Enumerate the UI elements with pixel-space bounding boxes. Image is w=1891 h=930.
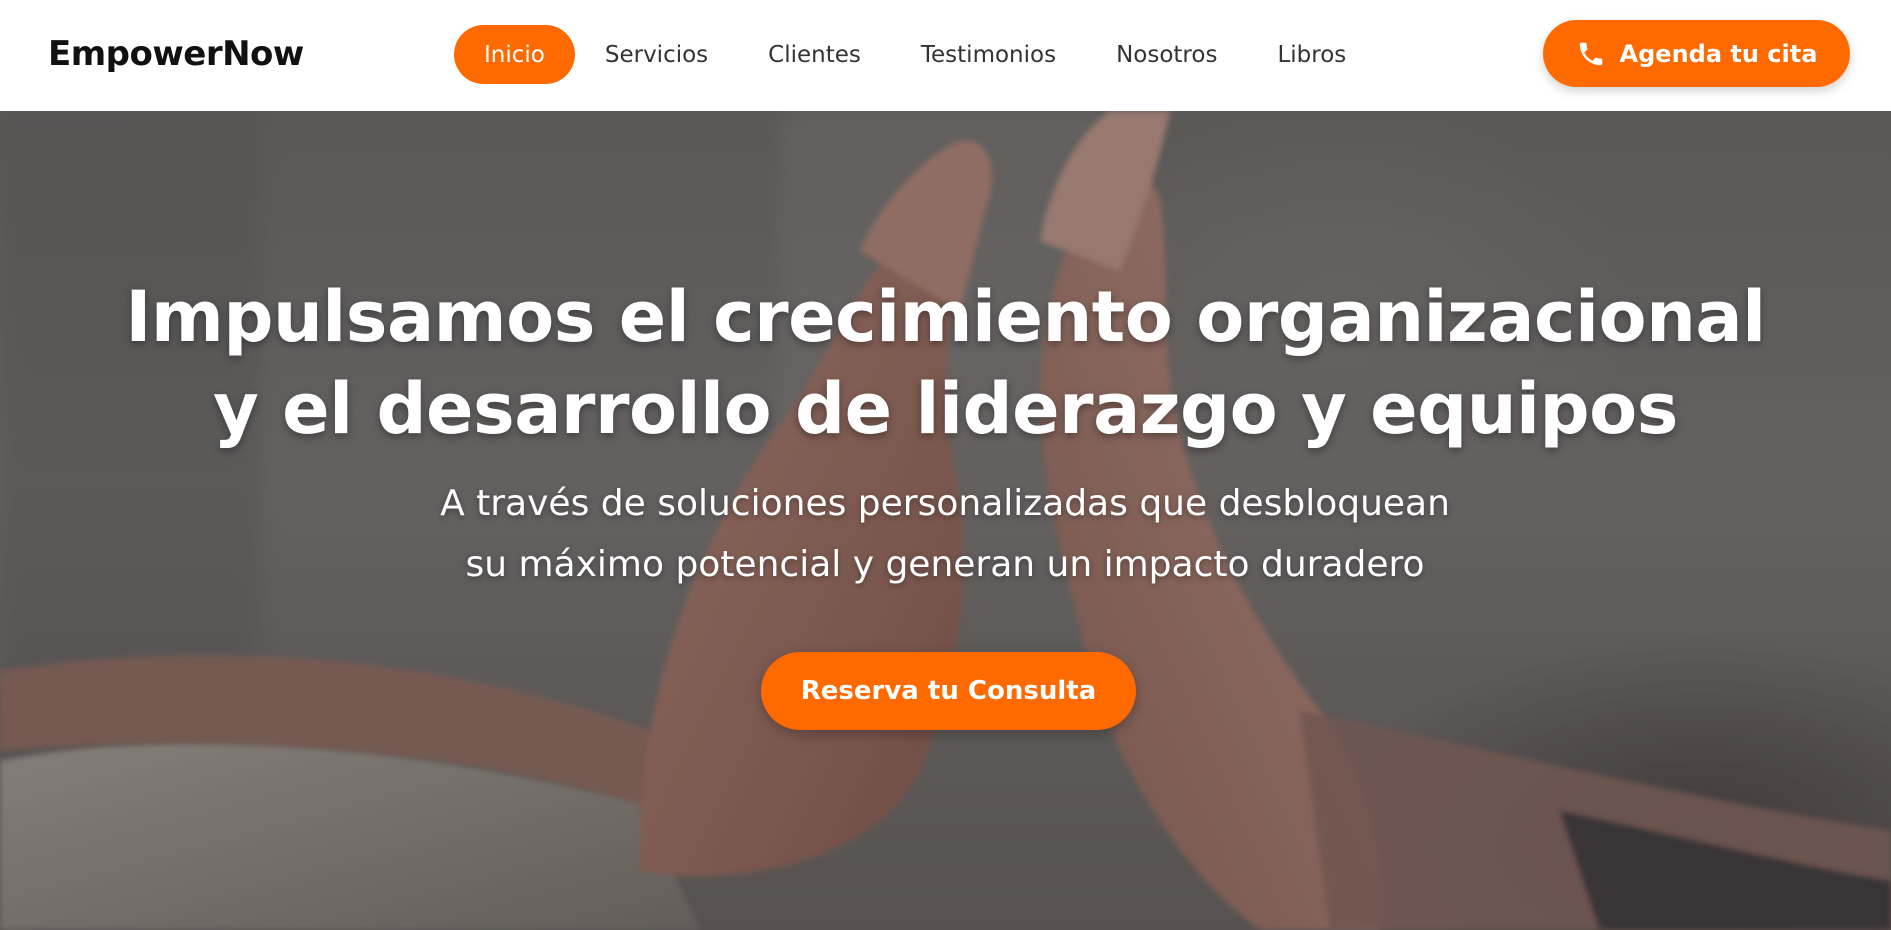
nav-item-nosotros[interactable]: Nosotros <box>1086 25 1247 84</box>
hero-title-line1: Impulsamos el crecimiento organizacional <box>125 276 1766 358</box>
hero-title-line2: y el desarrollo de liderazgo y equipos <box>213 368 1678 450</box>
reserva-consulta-button[interactable]: Reserva tu Consulta <box>761 652 1136 730</box>
nav-item-servicios[interactable]: Servicios <box>575 25 738 84</box>
agenda-cita-label: Agenda tu cita <box>1619 39 1818 68</box>
main-nav: Inicio Servicios Clientes Testimonios No… <box>454 25 1376 84</box>
nav-item-inicio[interactable]: Inicio <box>454 25 575 84</box>
hero-subtitle: A través de soluciones personalizadas qu… <box>395 473 1495 595</box>
hero-title: Impulsamos el crecimiento organizacional… <box>45 271 1846 455</box>
agenda-cita-button[interactable]: Agenda tu cita <box>1543 20 1850 87</box>
nav-item-testimonios[interactable]: Testimonios <box>891 25 1086 84</box>
nav-item-libros[interactable]: Libros <box>1247 25 1376 84</box>
hero-subtitle-line1: A través de soluciones personalizadas qu… <box>440 483 1450 524</box>
hero-subtitle-line2: su máximo potencial y generan un impacto… <box>465 544 1425 585</box>
nav-item-clientes[interactable]: Clientes <box>738 25 891 84</box>
hero-section: Impulsamos el crecimiento organizacional… <box>0 111 1891 930</box>
site-header: EmpowerNow Inicio Servicios Clientes Tes… <box>0 0 1891 111</box>
brand-logo[interactable]: EmpowerNow <box>48 33 304 75</box>
phone-icon <box>1576 39 1606 69</box>
